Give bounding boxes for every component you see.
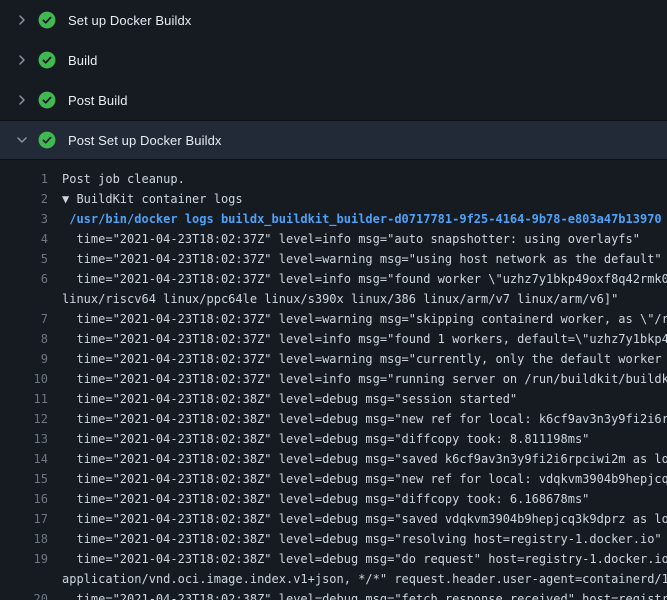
log-line-number bbox=[0, 569, 48, 589]
log-line-text: time="2021-04-23T18:02:37Z" level=info m… bbox=[62, 229, 640, 249]
log-line: 10 time="2021-04-23T18:02:37Z" level=inf… bbox=[0, 369, 667, 389]
log-line-number[interactable]: 17 bbox=[0, 509, 48, 529]
log-line: 4 time="2021-04-23T18:02:37Z" level=info… bbox=[0, 229, 667, 249]
steps-list: Set up Docker Buildx Build P bbox=[0, 0, 667, 160]
log-line-text: time="2021-04-23T18:02:37Z" level=warnin… bbox=[62, 249, 662, 269]
log-line: 7 time="2021-04-23T18:02:37Z" level=warn… bbox=[0, 309, 667, 329]
log-line-number[interactable]: 11 bbox=[0, 389, 48, 409]
step-row-build[interactable]: Build bbox=[0, 40, 667, 80]
log-line-text: time="2021-04-23T18:02:37Z" level=info m… bbox=[62, 369, 667, 389]
chevron-right-icon bbox=[14, 12, 30, 28]
log-line: 19 time="2021-04-23T18:02:38Z" level=deb… bbox=[0, 549, 667, 569]
log-line-number[interactable]: 5 bbox=[0, 249, 48, 269]
log-line-text: time="2021-04-23T18:02:37Z" level=warnin… bbox=[62, 309, 667, 329]
check-circle-icon bbox=[38, 91, 56, 109]
log-line: 20 time="2021-04-23T18:02:38Z" level=deb… bbox=[0, 589, 667, 600]
log-line-number[interactable]: 2 bbox=[0, 189, 48, 209]
log-line-text[interactable]: ▼ BuildKit container logs bbox=[62, 189, 243, 209]
check-circle-icon bbox=[38, 11, 56, 29]
chevron-right-icon bbox=[14, 52, 30, 68]
log-line: 8 time="2021-04-23T18:02:37Z" level=info… bbox=[0, 329, 667, 349]
log-line-text: Post job cleanup. bbox=[62, 169, 185, 189]
log-line: 6 time="2021-04-23T18:02:37Z" level=info… bbox=[0, 269, 667, 289]
log-line-number[interactable]: 13 bbox=[0, 429, 48, 449]
step-label: Build bbox=[68, 53, 97, 68]
log-line-number[interactable]: 19 bbox=[0, 549, 48, 569]
log-line-text: time="2021-04-23T18:02:38Z" level=debug … bbox=[62, 449, 667, 469]
log-line: 11 time="2021-04-23T18:02:38Z" level=deb… bbox=[0, 389, 667, 409]
log-group-toggle: 2 ▼ BuildKit container logs bbox=[0, 189, 667, 209]
log-line-text: time="2021-04-23T18:02:38Z" level=debug … bbox=[62, 489, 589, 509]
log-line-number[interactable]: 14 bbox=[0, 449, 48, 469]
log-line-command: 3 /usr/bin/docker logs buildx_buildkit_b… bbox=[0, 209, 667, 229]
log-line-number[interactable]: 7 bbox=[0, 309, 48, 329]
step-row-post-build[interactable]: Post Build bbox=[0, 80, 667, 120]
log-line-text: time="2021-04-23T18:02:38Z" level=debug … bbox=[62, 549, 667, 569]
log-line-number[interactable]: 3 bbox=[0, 209, 48, 229]
log-line-text: time="2021-04-23T18:02:38Z" level=debug … bbox=[62, 429, 589, 449]
log-line: 1 Post job cleanup. bbox=[0, 169, 667, 189]
log-line: 17 time="2021-04-23T18:02:38Z" level=deb… bbox=[0, 509, 667, 529]
log-line: 9 time="2021-04-23T18:02:37Z" level=warn… bbox=[0, 349, 667, 369]
log-line-text: time="2021-04-23T18:02:37Z" level=warnin… bbox=[62, 349, 667, 369]
log-line-text: linux/riscv64 linux/ppc64le linux/s390x … bbox=[62, 289, 618, 309]
log-lines: 1 Post job cleanup. 2 ▼ BuildKit contain… bbox=[0, 160, 667, 600]
log-line-text: time="2021-04-23T18:02:38Z" level=debug … bbox=[62, 589, 667, 600]
log-line: 15 time="2021-04-23T18:02:38Z" level=deb… bbox=[0, 469, 667, 489]
log-line-number[interactable]: 8 bbox=[0, 329, 48, 349]
log-line-text: time="2021-04-23T18:02:38Z" level=debug … bbox=[62, 409, 667, 429]
chevron-down-icon bbox=[14, 132, 30, 148]
log-line: application/vnd.oci.image.index.v1+json,… bbox=[0, 569, 667, 589]
log-line-number[interactable]: 10 bbox=[0, 369, 48, 389]
check-circle-icon bbox=[38, 131, 56, 149]
log-line-number[interactable]: 9 bbox=[0, 349, 48, 369]
log-line-number[interactable]: 12 bbox=[0, 409, 48, 429]
step-row-post-set-up-docker-buildx[interactable]: Post Set up Docker Buildx bbox=[0, 120, 667, 160]
log-line-text: time="2021-04-23T18:02:38Z" level=debug … bbox=[62, 389, 517, 409]
log-line-number[interactable]: 4 bbox=[0, 229, 48, 249]
log-line-text: time="2021-04-23T18:02:38Z" level=debug … bbox=[62, 469, 667, 489]
log-line-text: time="2021-04-23T18:02:37Z" level=info m… bbox=[62, 329, 667, 349]
log-line: 16 time="2021-04-23T18:02:38Z" level=deb… bbox=[0, 489, 667, 509]
log-line-text: time="2021-04-23T18:02:37Z" level=info m… bbox=[62, 269, 667, 289]
log-line-text: application/vnd.oci.image.index.v1+json,… bbox=[62, 569, 667, 589]
step-label: Set up Docker Buildx bbox=[68, 13, 191, 28]
log-line: 14 time="2021-04-23T18:02:38Z" level=deb… bbox=[0, 449, 667, 469]
log-line-text[interactable]: /usr/bin/docker logs buildx_buildkit_bui… bbox=[62, 209, 662, 229]
log-line-number[interactable]: 16 bbox=[0, 489, 48, 509]
log-line-number bbox=[0, 289, 48, 309]
log-line-text: time="2021-04-23T18:02:38Z" level=debug … bbox=[62, 529, 662, 549]
log-line-number[interactable]: 20 bbox=[0, 589, 48, 600]
log-line: 12 time="2021-04-23T18:02:38Z" level=deb… bbox=[0, 409, 667, 429]
log-line: 5 time="2021-04-23T18:02:37Z" level=warn… bbox=[0, 249, 667, 269]
step-label: Post Set up Docker Buildx bbox=[68, 133, 222, 148]
log-line-number[interactable]: 18 bbox=[0, 529, 48, 549]
check-circle-icon bbox=[38, 51, 56, 69]
log-line: 13 time="2021-04-23T18:02:38Z" level=deb… bbox=[0, 429, 667, 449]
log-line-number[interactable]: 1 bbox=[0, 169, 48, 189]
chevron-right-icon bbox=[14, 92, 30, 108]
step-label: Post Build bbox=[68, 93, 128, 108]
step-row-set-up-docker-buildx[interactable]: Set up Docker Buildx bbox=[0, 0, 667, 40]
log-line: 18 time="2021-04-23T18:02:38Z" level=deb… bbox=[0, 529, 667, 549]
log-line-text: time="2021-04-23T18:02:38Z" level=debug … bbox=[62, 509, 667, 529]
log-line-number[interactable]: 6 bbox=[0, 269, 48, 289]
log-line-number[interactable]: 15 bbox=[0, 469, 48, 489]
log-line: linux/riscv64 linux/ppc64le linux/s390x … bbox=[0, 289, 667, 309]
